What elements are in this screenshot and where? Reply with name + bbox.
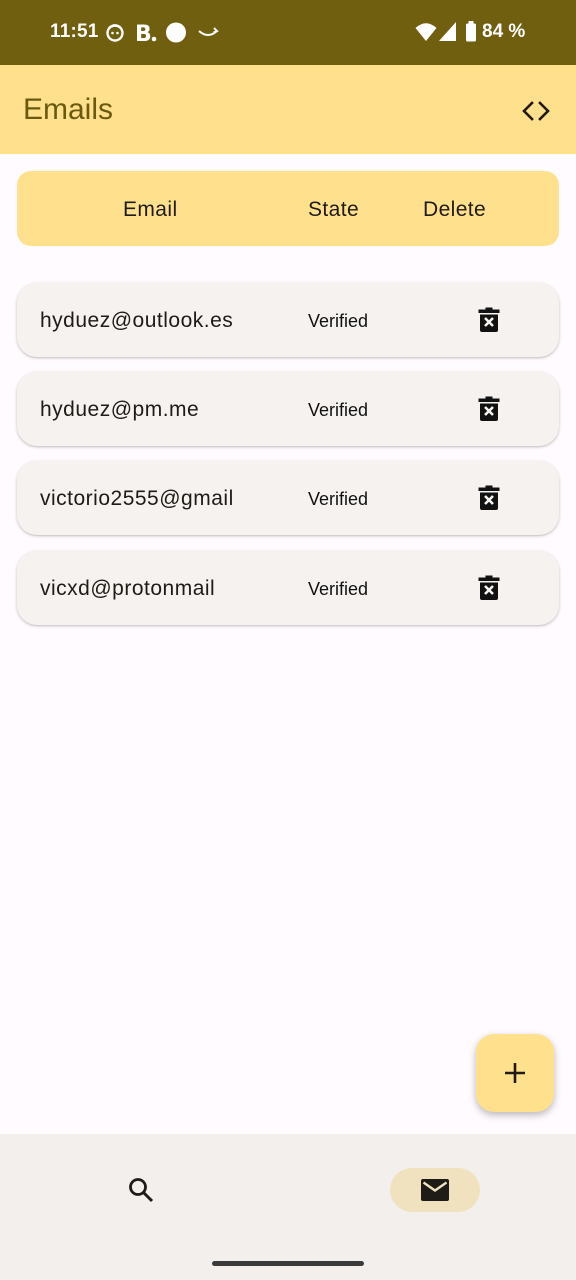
smile-notification-icon	[198, 27, 219, 36]
email-state: Verified	[308, 400, 369, 420]
email-state: Verified	[308, 579, 369, 599]
nav-item-search[interactable]	[96, 1168, 186, 1212]
email-address: hyduez@outlook.es	[40, 309, 234, 332]
battery-icon	[466, 21, 476, 42]
gesture-handle[interactable]	[212, 1261, 364, 1266]
app-notification-icon	[106, 24, 124, 42]
wifi-icon	[415, 23, 437, 41]
email-address: hyduez@pm.me	[40, 398, 200, 421]
email-row[interactable]: hyduez@pm.me Verified	[17, 372, 559, 446]
email-state: Verified	[308, 311, 369, 331]
email-row[interactable]: vicxd@protonmail Verified	[17, 551, 559, 625]
b-notification-icon: B	[135, 22, 157, 44]
email-state: Verified	[308, 489, 369, 509]
delete-forever-icon	[478, 396, 500, 421]
delete-email-button[interactable]	[471, 569, 507, 607]
nav-item-mail[interactable]	[390, 1168, 480, 1212]
code-icon	[522, 101, 550, 121]
status-time: 11:51	[50, 21, 99, 42]
bottom-navigation	[0, 1134, 576, 1280]
column-header-delete: Delete	[423, 198, 487, 221]
add-email-button[interactable]	[476, 1034, 554, 1112]
circle-notification-icon	[166, 22, 186, 43]
signal-icon	[439, 22, 456, 41]
svg-text:B: B	[135, 22, 152, 44]
delete-forever-icon	[478, 575, 500, 600]
delete-email-button[interactable]	[471, 301, 507, 339]
search-icon	[129, 1178, 154, 1203]
code-button[interactable]	[512, 89, 560, 133]
email-address: vicxd@protonmail	[40, 577, 216, 600]
app-bar: Emails	[0, 65, 576, 154]
status-bar: 11:51 B 84 %	[0, 0, 576, 65]
page-title: Emails	[23, 93, 114, 126]
table-header: Email State Delete	[17, 171, 559, 246]
battery-percentage: 84 %	[482, 21, 526, 42]
mail-icon	[421, 1179, 449, 1201]
email-address: victorio2555@gmail	[40, 487, 234, 510]
column-header-email: Email	[123, 198, 178, 221]
delete-forever-icon	[478, 485, 500, 510]
email-row[interactable]: hyduez@outlook.es Verified	[17, 283, 559, 357]
delete-forever-icon	[478, 307, 500, 332]
delete-email-button[interactable]	[471, 390, 507, 428]
column-header-state: State	[308, 198, 360, 221]
plus-icon	[505, 1063, 525, 1083]
delete-email-button[interactable]	[471, 479, 507, 517]
email-row[interactable]: victorio2555@gmail Verified	[17, 461, 559, 535]
